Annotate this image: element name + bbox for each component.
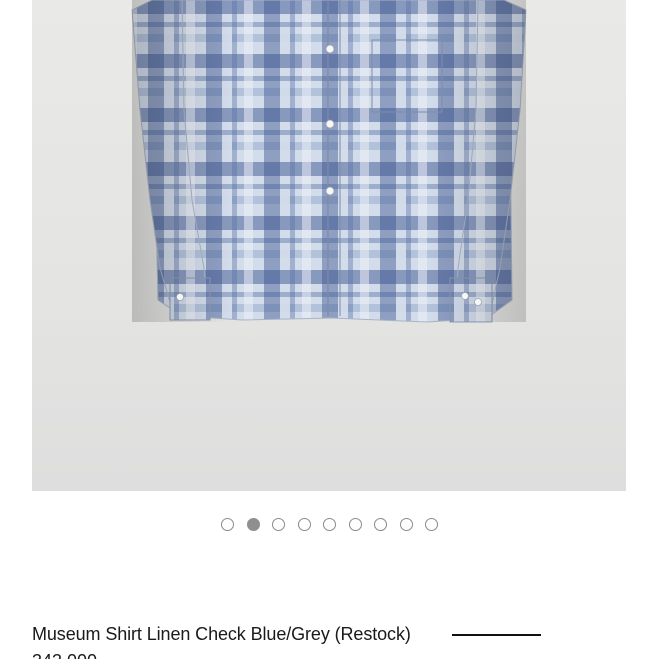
title-divider [452, 634, 541, 636]
pagination-dot-6[interactable] [348, 518, 362, 531]
pagination-dot-8[interactable] [399, 518, 413, 531]
pagination-dot-1[interactable] [221, 518, 234, 531]
product-price: 343,000 [32, 651, 97, 659]
product-title: Museum Shirt Linen Check Blue/Grey (Rest… [32, 624, 411, 644]
product-image[interactable] [32, 0, 626, 491]
pagination-dot-2[interactable] [246, 518, 260, 531]
pagination-dot-3[interactable] [272, 518, 285, 531]
product-page: Museum Shirt Linen Check Blue/Grey (Rest… [0, 0, 659, 659]
shirt-image [131, 0, 527, 323]
pagination-dot-9[interactable] [425, 518, 438, 531]
pagination-dot-7[interactable] [374, 518, 387, 531]
pagination-dot-4[interactable] [297, 518, 311, 531]
gallery-pagination [0, 518, 659, 536]
pagination-dot-5[interactable] [323, 518, 336, 531]
